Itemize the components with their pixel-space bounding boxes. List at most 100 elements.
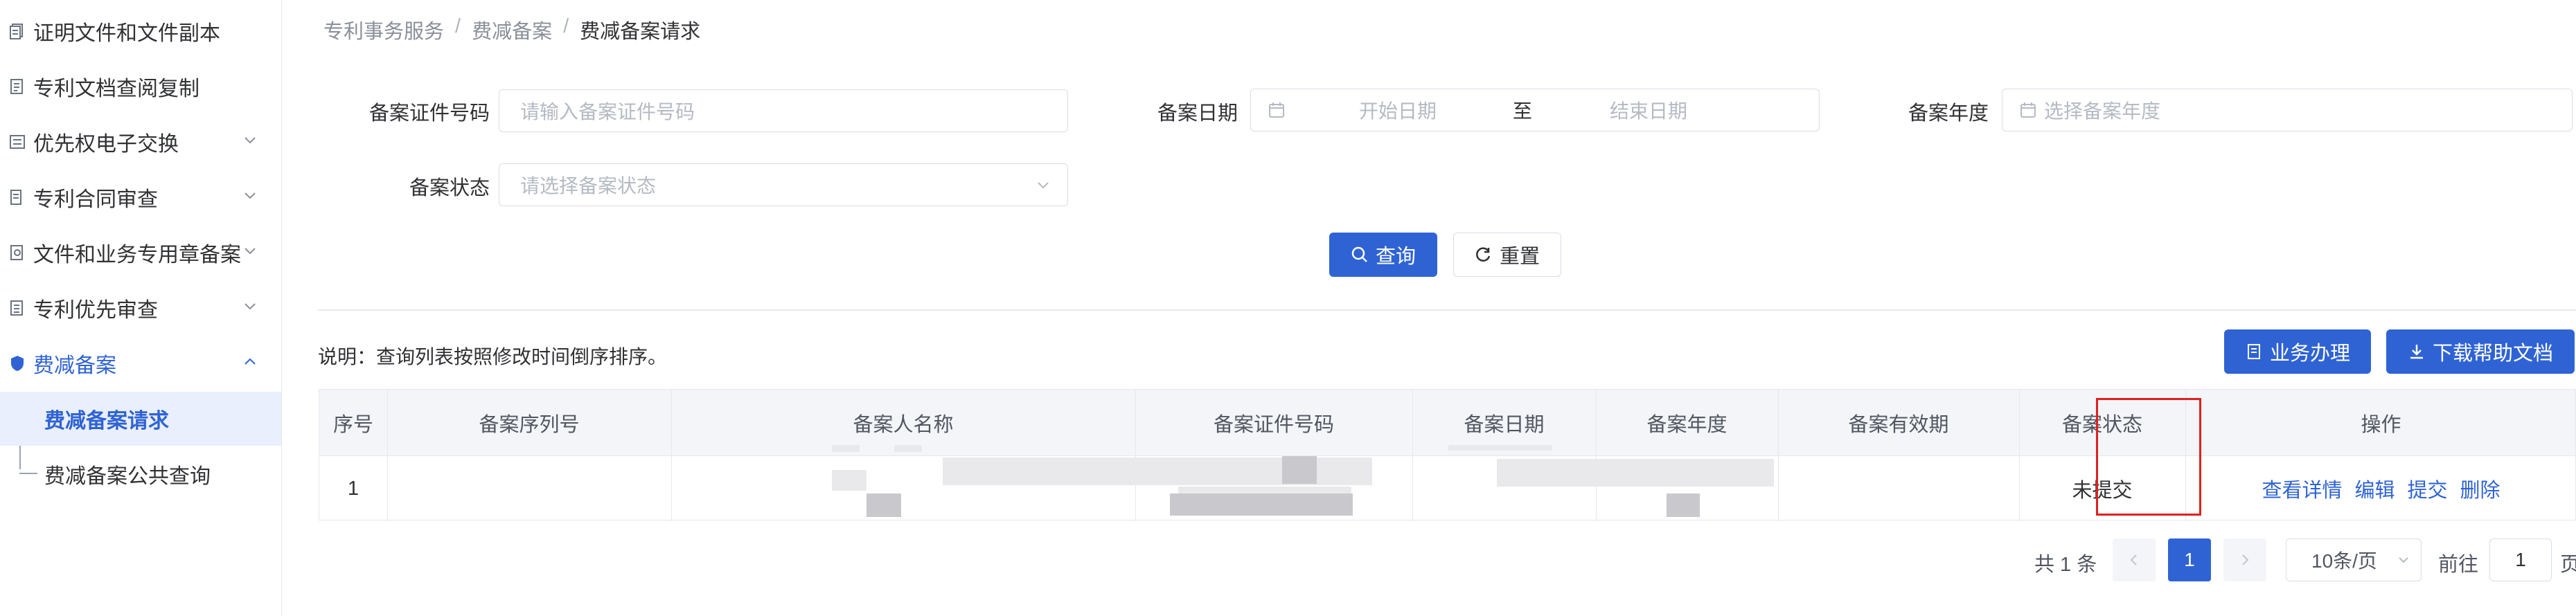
chevron-down-icon (245, 303, 256, 310)
sidebar-item-label: 专利合同审查 (33, 188, 158, 211)
chevron-down-icon (245, 248, 256, 255)
seal-icon (10, 245, 23, 260)
date-range-picker[interactable]: 开始日期 至 结束日期 (1250, 89, 1820, 132)
chevron-up-icon (245, 358, 256, 365)
redacted-mask (832, 470, 867, 491)
column-header-year: 备案年度 (1646, 414, 1727, 436)
download-help-button-label: 下载帮助文档 (2432, 343, 2553, 365)
sidebar-item-label: 专利文档查阅复制 (33, 78, 199, 100)
redacted-mask (1282, 456, 1317, 484)
page-size-select[interactable]: 10条/页 (2286, 538, 2422, 581)
list-note: 说明：查询列表按照修改时间倒序排序。 (318, 346, 668, 368)
date-start-placeholder: 开始日期 (1359, 100, 1437, 122)
download-help-button[interactable]: 下载帮助文档 (2386, 329, 2575, 374)
sidebar-subitem-label: 费减备案公共查询 (44, 465, 211, 488)
edit-link[interactable]: 编辑 (2354, 474, 2395, 503)
view-details-link[interactable]: 查看详情 (2262, 474, 2342, 503)
page-suffix: 页 (2560, 554, 2576, 576)
reset-button[interactable]: 重置 (1453, 233, 1561, 277)
document-icon (2247, 344, 2260, 359)
cert-no-placeholder: 请输入备案证件号码 (520, 101, 695, 123)
goto-label: 前往 (2438, 554, 2479, 576)
breadcrumb-item[interactable]: 费减备案 (472, 15, 552, 44)
redacted-mask (867, 493, 901, 517)
shield-icon (11, 356, 24, 371)
divider (318, 309, 2576, 311)
sidebar-item-priority-exchange[interactable]: 优先权电子交换 (0, 115, 281, 169)
chevron-down-icon (1038, 182, 1049, 189)
chevron-right-icon (2242, 554, 2249, 565)
status-placeholder: 请选择备案状态 (520, 175, 657, 197)
column-header-serial: 备案序列号 (479, 414, 580, 436)
date-range-separator: 至 (1513, 100, 1533, 122)
query-button-label: 查询 (1375, 246, 1416, 268)
breadcrumb-separator: / (455, 15, 461, 37)
exchange-icon (10, 135, 25, 149)
main-content: 专利事务服务 / 费减备案 / 费减备案请求 备案证件号码 请输入备案证件号码 … (282, 0, 2576, 616)
contract-icon (10, 190, 21, 205)
download-icon (2410, 345, 2423, 359)
priority-icon (10, 300, 23, 316)
redacted-mask (832, 445, 860, 452)
sidebar-item-label: 费减备案 (33, 354, 116, 377)
column-header-cert-no: 备案证件号码 (1213, 414, 1334, 436)
breadcrumb-current: 费减备案请求 (580, 21, 701, 43)
cell-operations: 查看详情 编辑 提交 删除 (2185, 456, 2576, 521)
filing-table: 序号 备案序列号 备案人名称 备案证件号码 备案日期 备案年度 备案有效期 备案… (319, 389, 2576, 521)
redacted-mask (1667, 493, 1700, 517)
prev-page-button[interactable] (2113, 538, 2156, 581)
cell-index: 1 (347, 477, 359, 500)
cert-no-input[interactable]: 请输入备案证件号码 (499, 89, 1068, 132)
submit-link[interactable]: 提交 (2408, 474, 2448, 503)
next-page-button[interactable] (2223, 538, 2266, 581)
redacted-mask (894, 445, 922, 452)
document-icon (10, 79, 23, 94)
calendar-icon (2020, 102, 2036, 118)
reset-button-label: 重置 (1499, 246, 1540, 268)
sidebar-item-fee-reduction[interactable]: 费减备案 (0, 336, 281, 390)
pagination-total: 共 1 条 (2034, 554, 2097, 576)
status-label: 备案状态 (409, 177, 490, 199)
status-select[interactable]: 请选择备案状态 (499, 163, 1068, 206)
page-button-current[interactable]: 1 (2168, 538, 2211, 581)
column-header-validity: 备案有效期 (1848, 414, 1949, 436)
sidebar-item-contract-review[interactable]: 专利合同审查 (0, 170, 281, 224)
sidebar-item-certificates[interactable]: 证明文件和文件副本 (0, 4, 281, 58)
status-highlight-box (2096, 398, 2201, 516)
breadcrumb: 专利事务服务 / 费减备案 / 费减备案请求 (323, 15, 700, 44)
year-picker[interactable]: 选择备案年度 (2002, 89, 2573, 132)
document-stack-icon (10, 24, 23, 39)
sidebar-item-label: 证明文件和文件副本 (33, 22, 220, 45)
business-button-label: 业务办理 (2269, 343, 2350, 365)
delete-link[interactable]: 删除 (2460, 474, 2501, 503)
sidebar-item-label: 优先权电子交换 (33, 133, 179, 156)
date-end-placeholder: 结束日期 (1610, 100, 1688, 122)
chevron-down-icon (245, 192, 256, 199)
column-header-index: 序号 (332, 414, 373, 436)
breadcrumb-item[interactable]: 专利事务服务 (323, 15, 444, 44)
query-button[interactable]: 查询 (1329, 233, 1437, 277)
date-label: 备案日期 (1157, 102, 1238, 125)
redacted-mask (1448, 445, 1552, 451)
redacted-mask (1170, 493, 1191, 516)
sidebar-subitem-label: 费减备案请求 (44, 410, 169, 433)
breadcrumb-separator: / (563, 15, 569, 37)
sidebar-item-label: 文件和业务专用章备案 (33, 244, 241, 266)
chevron-down-icon (2399, 557, 2408, 563)
sidebar: 证明文件和文件副本 专利文档查阅复制 优先权电子交换 专利合同审查 文件和业务专… (0, 0, 282, 616)
sidebar-item-seal-filing[interactable]: 文件和业务专用章备案 (0, 226, 281, 280)
refresh-icon (1476, 247, 1491, 262)
business-button[interactable]: 业务办理 (2224, 329, 2371, 374)
chevron-down-icon (245, 137, 256, 144)
sidebar-item-label: 专利优先审查 (33, 299, 158, 322)
chevron-left-icon (2130, 554, 2137, 565)
redacted-mask (1497, 459, 1774, 487)
sidebar-subitem-fee-reduction-request[interactable]: 费减备案请求 (0, 392, 281, 446)
sidebar-item-doc-copy[interactable]: 专利文档查阅复制 (0, 60, 281, 114)
sidebar-subitem-fee-reduction-public-query[interactable]: 费减备案公共查询 (0, 447, 281, 501)
search-icon (1351, 246, 1367, 262)
column-header-operations: 操作 (2361, 414, 2401, 436)
sidebar-item-priority-review[interactable]: 专利优先审查 (0, 281, 281, 335)
year-label: 备案年度 (1908, 102, 1989, 125)
goto-page-input[interactable]: 1 (2489, 538, 2552, 581)
